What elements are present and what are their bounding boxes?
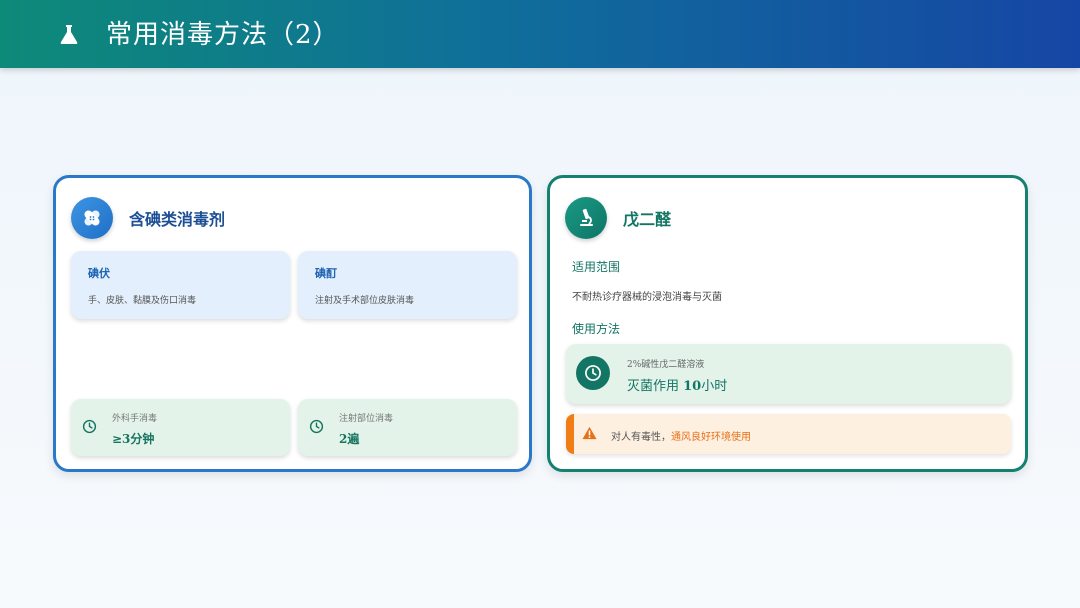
scope-label: 适用范围 [572, 260, 621, 274]
stat-label: 注射部位消毒 [339, 414, 394, 424]
method-duration: 灭菌作用 10小时 [627, 379, 728, 394]
clock-icon [309, 419, 324, 434]
iodine-card-title: 含碘类消毒剂 [129, 210, 226, 229]
method-solution: 2%碱性戊二醛溶液 [627, 360, 705, 370]
header-bar: 常用消毒方法（2） [0, 0, 1080, 68]
clock-icon [82, 419, 97, 434]
stat-card-injection: 注射部位消毒 2遍 [298, 399, 517, 456]
clock-icon [576, 356, 610, 390]
item-card-iodophor: 碘伏 手、皮肤、黏膜及伤口消毒 [71, 251, 290, 319]
warning-text: 对人有毒性，通风良好环境使用 [611, 432, 751, 443]
glutaraldehyde-card: 戊二醛 适用范围 不耐热诊疗器械的浸泡消毒与灭菌 使用方法 2%碱性戊二醛溶液 … [547, 175, 1028, 472]
stat-value: 2遍 [339, 432, 360, 446]
scope-text: 不耐热诊疗器械的浸泡消毒与灭菌 [572, 292, 722, 303]
item-desc: 手、皮肤、黏膜及伤口消毒 [88, 296, 197, 306]
item-card-iodine-tincture: 碘酊 注射及手术部位皮肤消毒 [298, 251, 517, 319]
warning-box: 对人有毒性，通风良好环境使用 [566, 414, 1011, 454]
item-title: 碘伏 [88, 267, 110, 280]
item-desc: 注射及手术部位皮肤消毒 [315, 296, 415, 306]
warning-icon [582, 426, 597, 440]
page-title: 常用消毒方法（2） [106, 20, 340, 50]
method-label: 使用方法 [572, 322, 621, 336]
stat-card-surgical: 外科手消毒 ≥3分钟 [71, 399, 290, 456]
glutaraldehyde-card-title: 戊二醛 [623, 210, 672, 229]
stat-value: ≥3分钟 [112, 432, 155, 446]
microscope-icon [565, 197, 607, 239]
method-box: 2%碱性戊二醛溶液 灭菌作用 10小时 [566, 344, 1011, 404]
iodine-card: 含碘类消毒剂 碘伏 手、皮肤、黏膜及伤口消毒 碘酊 注射及手术部位皮肤消毒 外科… [53, 175, 532, 472]
stat-label: 外科手消毒 [112, 414, 158, 424]
item-title: 碘酊 [315, 267, 337, 280]
flask-icon [60, 25, 78, 44]
bandage-icon [71, 197, 113, 239]
